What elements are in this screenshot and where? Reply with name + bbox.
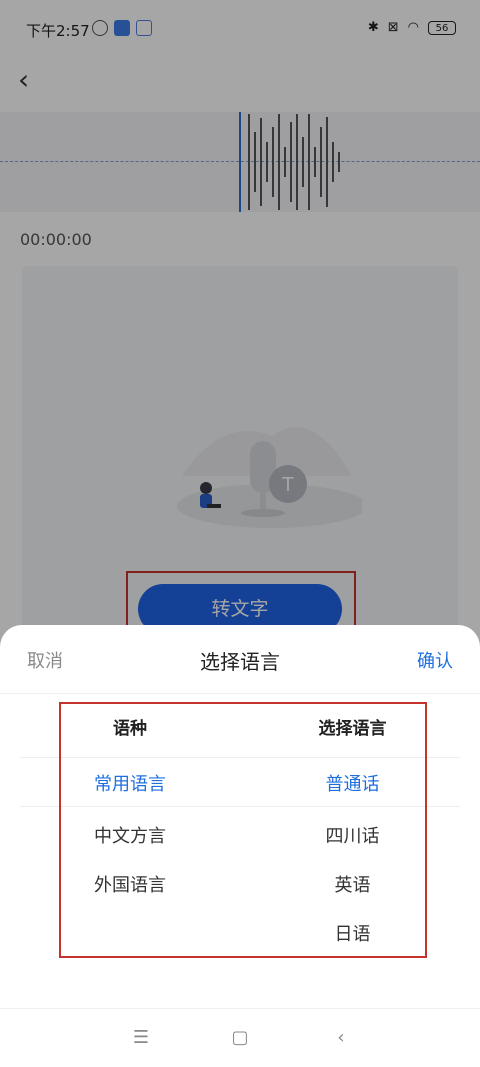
language-picker-sheet: 取消 选择语言 确认 语种 常用语言 中文方言 外国语言 选择语言 普通话 四川… (0, 625, 480, 1066)
sheet-title: 选择语言 (200, 650, 280, 674)
language-option-japanese[interactable]: 日语 (280, 920, 425, 946)
selection-line-top (20, 757, 460, 758)
back-icon[interactable]: ‹ (332, 1029, 350, 1047)
category-option-foreign[interactable]: 外国语言 (60, 871, 200, 897)
category-column-header: 语种 (113, 719, 147, 739)
selection-line-bottom (20, 806, 460, 807)
category-option-dialect[interactable]: 中文方言 (60, 822, 200, 848)
home-icon[interactable]: ▢ (231, 1029, 249, 1047)
language-option-sichuanese[interactable]: 四川话 (280, 822, 425, 848)
language-option-mandarin[interactable]: 普通话 (280, 770, 425, 796)
category-option-common[interactable]: 常用语言 (60, 770, 200, 796)
language-column-header: 选择语言 (318, 719, 387, 739)
language-option-english[interactable]: 英语 (280, 871, 425, 897)
confirm-button[interactable]: 确认 (417, 647, 453, 673)
system-nav-bar: ☰ ▢ ‹ (0, 1008, 480, 1067)
sheet-header: 取消 选择语言 确认 (0, 625, 480, 694)
menu-icon[interactable]: ☰ (132, 1029, 150, 1047)
